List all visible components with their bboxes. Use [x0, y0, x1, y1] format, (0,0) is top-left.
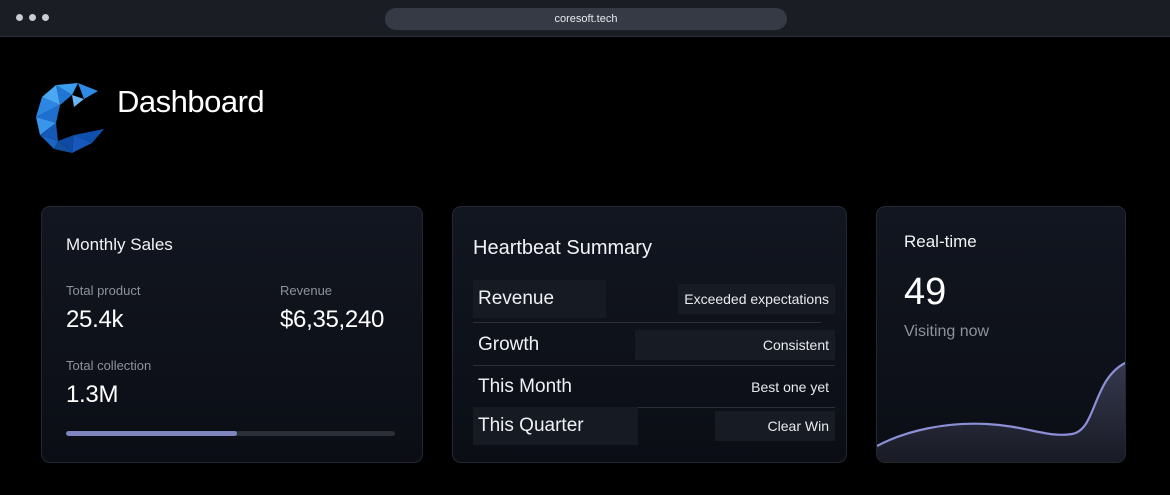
heartbeat-row-label: Revenue [473, 280, 606, 318]
heartbeat-row-value: Consistent [635, 330, 835, 360]
dot [16, 14, 23, 21]
divider [473, 322, 821, 323]
heartbeat-row-value: Exceeded expectations [678, 284, 835, 314]
realtime-title: Real-time [904, 232, 977, 251]
realtime-value: 49 [904, 271, 947, 313]
heartbeat-row-label: This Quarter [473, 407, 638, 445]
page-title: Dashboard [117, 84, 265, 119]
total-product-label: Total product [66, 283, 141, 298]
address-bar[interactable]: coresoft.tech [385, 8, 787, 30]
realtime-sparkline [877, 361, 1125, 462]
sparkline-area [877, 363, 1125, 462]
dot [29, 14, 36, 21]
progress-fill [66, 431, 238, 436]
heartbeat-row: This Month Best one yet [473, 368, 835, 406]
realtime-label: Visiting now [904, 323, 990, 340]
divider [473, 365, 835, 366]
browser-toolbar: coresoft.tech [0, 0, 1170, 37]
monthly-sales-title: Monthly Sales [66, 235, 173, 254]
heartbeat-row-label: This Month [478, 376, 572, 397]
collection-progress-bar [66, 431, 395, 436]
heartbeat-row-label: Growth [478, 334, 540, 355]
monthly-sales-card: Monthly Sales Total product 25.4k Revenu… [41, 206, 423, 463]
dot [42, 14, 49, 21]
revenue-value: $6,35,240 [280, 306, 385, 333]
heartbeat-row-value: Clear Win [715, 411, 835, 441]
realtime-card: Real-time 49 Visiting now [876, 206, 1126, 463]
heartbeat-summary-title: Heartbeat Summary [473, 237, 652, 259]
heartbeat-row: Revenue Exceeded expectations [473, 280, 835, 318]
heartbeat-row-value: Best one yet [751, 379, 829, 395]
revenue-label: Revenue [280, 283, 333, 298]
window-menu-icon[interactable] [16, 14, 49, 21]
heartbeat-row: Growth Consistent [473, 326, 835, 364]
coresoft-logo-icon [36, 83, 104, 153]
heartbeat-summary-card: Heartbeat Summary Revenue Exceeded expec… [452, 206, 847, 463]
total-collection-label: Total collection [66, 358, 152, 373]
total-collection-value: 1.3M [66, 381, 119, 408]
total-product-value: 25.4k [66, 306, 124, 333]
heartbeat-row: This Quarter Clear Win [473, 407, 835, 445]
